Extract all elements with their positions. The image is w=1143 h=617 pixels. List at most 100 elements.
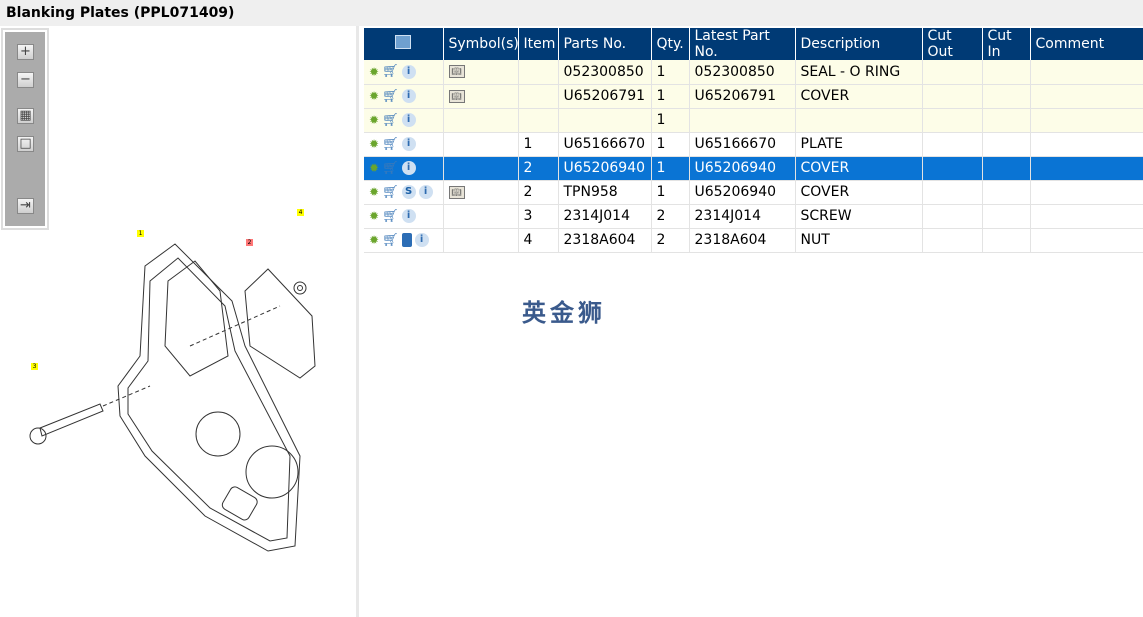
cut-in-cell	[982, 132, 1031, 157]
callout-3[interactable]: 3	[31, 363, 38, 370]
table-row[interactable]: ✹ 🛒︎ i 2 U65206940 1 U65206940 COVER	[364, 156, 1143, 181]
desc-cell: SEAL - O RING	[795, 60, 923, 85]
table-row[interactable]: ✹ 🛒︎ i 1	[364, 108, 1143, 133]
cart-icon[interactable]: 🛒︎	[382, 137, 399, 152]
row-actions: ✹ 🛒︎ i	[364, 156, 444, 181]
cart-icon[interactable]: 🛒︎	[382, 161, 399, 176]
document-icon[interactable]	[401, 233, 412, 247]
settings-gear-icon[interactable]: ✹	[369, 137, 379, 151]
part-cell: U65166670	[558, 132, 652, 157]
callout-2[interactable]: 2	[246, 239, 253, 246]
illustration-book-icon[interactable]: 📖︎	[448, 65, 465, 79]
info-icon[interactable]: i	[401, 161, 416, 175]
info-icon[interactable]: i	[401, 209, 416, 223]
supersession-icon[interactable]: S	[401, 185, 416, 199]
item-cell	[518, 108, 559, 133]
column-header[interactable]: Comment	[1030, 28, 1143, 60]
desc-cell	[795, 108, 923, 133]
column-header[interactable]: Latest Part No.	[689, 28, 796, 60]
search-icon[interactable]	[395, 35, 412, 49]
column-header[interactable]: Symbol(s)	[443, 28, 519, 60]
comment-cell	[1030, 228, 1143, 253]
cut-out-cell	[922, 180, 983, 205]
desc-cell: NUT	[795, 228, 923, 253]
table-row[interactable]: ✹ 🛒︎ Si 📖︎ 2 TPN958 1 U65206940 COVER	[364, 180, 1143, 205]
settings-gear-icon[interactable]: ✹	[369, 161, 379, 175]
table-row[interactable]: ✹ 🛒︎ i 📖︎ 052300850 1 052300850 SEAL - O RING	[364, 60, 1143, 85]
latest-cell: U65166670	[689, 132, 796, 157]
cut-in-cell	[982, 60, 1031, 85]
callout-4[interactable]: 4	[297, 209, 304, 216]
symbol-cell	[443, 156, 519, 181]
cart-icon[interactable]: 🛒︎	[382, 113, 399, 128]
column-header[interactable]: Cut Out	[922, 28, 983, 60]
symbol-cell: 📖︎	[443, 84, 519, 109]
table-row[interactable]: ✹ 🛒︎ i 3 2314J014 2 2314J014 SCREW	[364, 204, 1143, 229]
cut-out-cell	[922, 60, 983, 85]
cut-in-cell	[982, 204, 1031, 229]
settings-gear-icon[interactable]: ✹	[369, 113, 379, 127]
cart-icon[interactable]: 🛒︎	[382, 64, 399, 79]
cut-out-cell	[922, 108, 983, 133]
latest-cell: U65206791	[689, 84, 796, 109]
table-row[interactable]: ✹ 🛒︎ i 📖︎ U65206791 1 U65206791 COVER	[364, 84, 1143, 109]
column-header-search[interactable]	[364, 28, 444, 60]
item-cell: 2	[518, 180, 559, 205]
qty-cell: 1	[651, 156, 690, 181]
comment-cell	[1030, 84, 1143, 109]
info-icon[interactable]: i	[418, 185, 433, 199]
cart-icon[interactable]: 🛒︎	[382, 89, 399, 104]
settings-gear-icon[interactable]: ✹	[369, 185, 379, 199]
comment-cell	[1030, 108, 1143, 133]
item-cell: 1	[518, 132, 559, 157]
info-icon[interactable]: i	[401, 64, 416, 79]
row-actions: ✹ 🛒︎ i	[364, 228, 444, 253]
cart-icon[interactable]: 🛒︎	[382, 209, 399, 224]
row-actions: ✹ 🛒︎ i	[364, 60, 444, 85]
info-icon[interactable]: i	[414, 233, 429, 247]
settings-gear-icon[interactable]: ✹	[369, 233, 379, 247]
cart-icon[interactable]: 🛒︎	[382, 233, 399, 248]
info-icon[interactable]: i	[401, 89, 416, 103]
settings-gear-icon[interactable]: ✹	[369, 89, 379, 103]
table-row[interactable]: ✹ 🛒︎ i 4 2318A604 2 2318A604 NUT	[364, 228, 1143, 253]
part-cell: 052300850	[558, 60, 652, 85]
settings-gear-icon[interactable]: ✹	[369, 65, 379, 79]
table-row[interactable]: ✹ 🛒︎ i 1 U65166670 1 U65166670 PLATE	[364, 132, 1143, 157]
comment-cell	[1030, 60, 1143, 85]
qty-cell: 2	[651, 204, 690, 229]
symbol-cell	[443, 108, 519, 133]
row-actions: ✹ 🛒︎ i	[364, 84, 444, 109]
callout-1[interactable]: 1	[137, 230, 144, 237]
illustration-book-icon[interactable]: 📖︎	[448, 185, 465, 199]
qty-cell: 1	[651, 84, 690, 109]
column-header[interactable]: Qty.	[651, 28, 690, 60]
part-cell: 2318A604	[558, 228, 652, 253]
symbol-cell	[443, 132, 519, 157]
settings-gear-icon[interactable]: ✹	[369, 209, 379, 223]
desc-cell: COVER	[795, 180, 923, 205]
column-header[interactable]: Cut In	[982, 28, 1031, 60]
cart-icon[interactable]: 🛒︎	[382, 185, 399, 200]
item-cell	[518, 60, 559, 85]
info-icon[interactable]: i	[401, 113, 416, 127]
exploded-diagram[interactable]	[0, 26, 359, 617]
comment-cell	[1030, 132, 1143, 157]
symbol-cell: 📖︎	[443, 180, 519, 205]
info-icon[interactable]: i	[401, 137, 416, 151]
row-actions: ✹ 🛒︎ i	[364, 132, 444, 157]
column-header[interactable]: Description	[795, 28, 923, 60]
row-actions: ✹ 🛒︎ i	[364, 204, 444, 229]
diagram-panel[interactable]: + − ▦ □ ⇥ 1 2 3 4	[0, 26, 359, 617]
column-header[interactable]: Item	[518, 28, 559, 60]
cut-out-cell	[922, 156, 983, 181]
part-cell: U65206940	[558, 156, 652, 181]
qty-cell: 1	[651, 132, 690, 157]
illustration-book-icon[interactable]: 📖︎	[448, 89, 465, 103]
item-cell: 4	[518, 228, 559, 253]
part-cell	[558, 108, 652, 133]
column-header[interactable]: Parts No.	[558, 28, 652, 60]
symbol-cell	[443, 204, 519, 229]
desc-cell: COVER	[795, 156, 923, 181]
latest-cell: U65206940	[689, 156, 796, 181]
